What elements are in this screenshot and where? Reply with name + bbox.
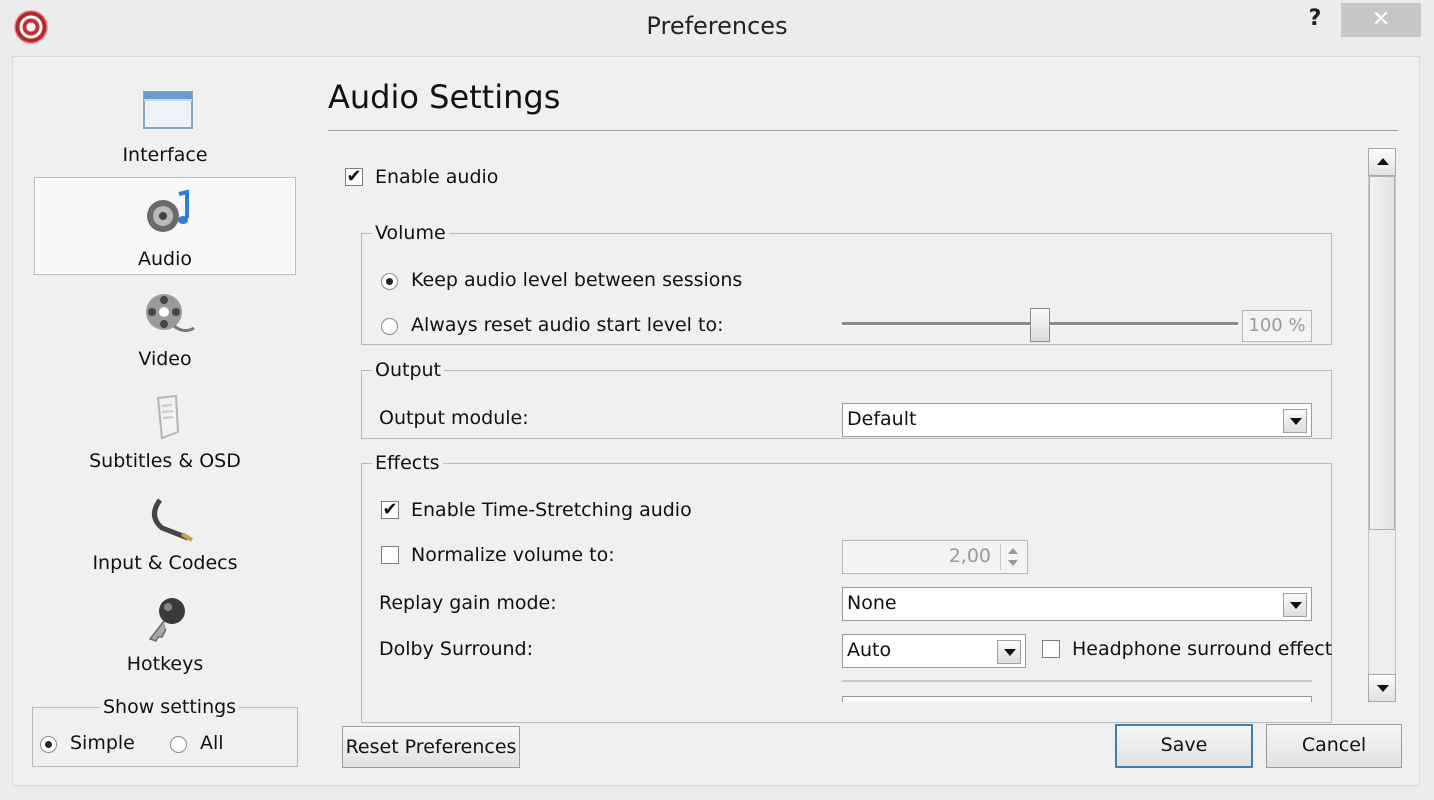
scroll-up-icon[interactable]: [1368, 148, 1396, 176]
chevron-down-icon: [1283, 593, 1307, 617]
show-simple-label: Simple: [70, 732, 135, 754]
audio-icon: [147, 189, 189, 232]
show-all-radio[interactable]: [170, 736, 187, 753]
page-title: Audio Settings: [328, 78, 561, 116]
dolby-select[interactable]: Auto: [842, 634, 1026, 668]
sidebar-item-audio[interactable]: Audio: [34, 177, 296, 275]
chevron-down-icon: [1283, 409, 1307, 433]
volume-level-value: 100 %: [1242, 310, 1312, 342]
show-simple-radio[interactable]: [40, 736, 57, 753]
sidebar-item-video[interactable]: Video: [34, 280, 296, 378]
headphone-surround-label: Headphone surround effect: [1072, 638, 1333, 660]
sidebar-item-label: Hotkeys: [126, 653, 204, 675]
output-group-title: Output: [372, 359, 444, 381]
cancel-button[interactable]: Cancel: [1266, 724, 1402, 768]
reset-level-label: Always reset audio start level to:: [411, 314, 724, 336]
input-codecs-icon: [152, 498, 194, 542]
heading-divider: [328, 130, 1398, 131]
output-module-label: Output module:: [379, 407, 529, 429]
volume-slider-thumb[interactable]: [1030, 308, 1050, 342]
normalize-spinbox[interactable]: 2,00: [842, 540, 1028, 574]
sidebar-item-label: Input & Codecs: [92, 552, 238, 574]
keep-level-radio[interactable]: [381, 273, 398, 290]
spin-arrows-icon[interactable]: [1000, 544, 1024, 570]
sidebar-item-label: Subtitles & OSD: [89, 450, 241, 472]
sidebar-item-label: Video: [138, 348, 192, 370]
enable-audio-checkbox[interactable]: ✔: [345, 168, 363, 186]
reset-level-radio[interactable]: [381, 318, 398, 335]
time-stretching-checkbox[interactable]: ✔: [381, 501, 399, 519]
show-all-label: All: [200, 732, 224, 754]
hotkeys-icon: [148, 598, 185, 642]
close-button[interactable]: ✕: [1341, 3, 1421, 37]
normalize-label: Normalize volume to:: [411, 544, 615, 566]
sidebar-item-hotkeys[interactable]: Hotkeys: [34, 585, 296, 683]
subtitles-icon: [156, 394, 180, 440]
reset-preferences-button[interactable]: Reset Preferences: [342, 726, 520, 768]
sidebar-item-subtitles-osd[interactable]: Subtitles & OSD: [34, 382, 296, 480]
output-module-value: Default: [847, 408, 917, 430]
sidebar-item-input-codecs[interactable]: Input & Codecs: [34, 484, 296, 582]
sidebar-item-label: Audio: [137, 248, 192, 270]
title-bar: Preferences ? ✕: [0, 0, 1434, 56]
interface-icon: [143, 91, 193, 129]
section-divider: [842, 680, 1312, 682]
window-title: Preferences: [646, 12, 788, 40]
scrollbar-thumb[interactable]: [1369, 176, 1395, 530]
time-stretching-label: Enable Time-Stretching audio: [411, 499, 692, 521]
video-icon: [146, 294, 195, 333]
save-button[interactable]: Save: [1115, 724, 1253, 768]
sidebar-item-label: Interface: [122, 144, 208, 166]
replay-gain-value: None: [847, 592, 897, 614]
dolby-value: Auto: [847, 639, 892, 661]
scroll-down-icon[interactable]: [1368, 674, 1396, 702]
sidebar-item-interface[interactable]: Interface: [34, 76, 296, 174]
enable-audio-label: Enable audio: [375, 166, 499, 188]
dolby-label: Dolby Surround:: [379, 638, 534, 660]
output-module-select[interactable]: Default: [842, 403, 1312, 437]
normalize-value: 2,00: [948, 545, 991, 567]
chevron-down-icon: [997, 640, 1021, 664]
keep-level-label: Keep audio level between sessions: [411, 269, 743, 291]
replay-gain-select[interactable]: None: [842, 587, 1312, 621]
clipped-select[interactable]: [842, 696, 1312, 702]
replay-gain-label: Replay gain mode:: [379, 592, 557, 614]
effects-group-title: Effects: [372, 452, 443, 474]
volume-group-title: Volume: [372, 222, 449, 244]
show-settings-title: Show settings: [100, 696, 240, 718]
normalize-checkbox[interactable]: [381, 546, 399, 564]
help-button[interactable]: ?: [1298, 6, 1332, 36]
headphone-surround-checkbox[interactable]: [1042, 640, 1060, 658]
